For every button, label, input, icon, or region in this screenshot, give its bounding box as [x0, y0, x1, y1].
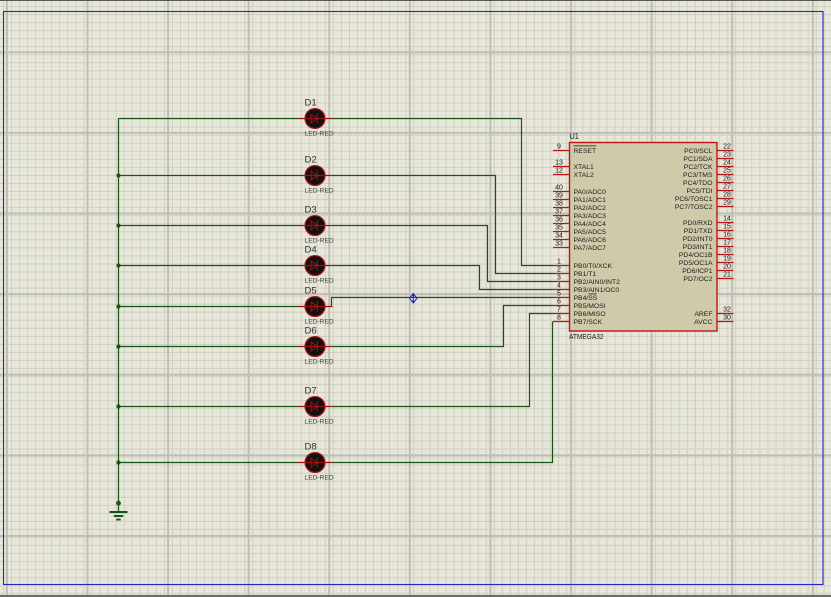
svg-text:ATMEGA32: ATMEGA32	[569, 332, 604, 341]
svg-text:D8: D8	[305, 441, 317, 451]
svg-text:34: 34	[555, 233, 563, 240]
svg-text:PD6/ICP1: PD6/ICP1	[682, 268, 712, 275]
svg-text:PD1/TXD: PD1/TXD	[684, 228, 713, 235]
svg-text:15: 15	[723, 224, 731, 231]
svg-text:PD0/RXD: PD0/RXD	[683, 220, 713, 227]
svg-text:25: 25	[723, 168, 731, 175]
svg-text:U1: U1	[570, 131, 580, 141]
svg-text:28: 28	[723, 192, 731, 199]
svg-text:XTAL2: XTAL2	[574, 172, 594, 179]
svg-text:D3: D3	[305, 204, 317, 214]
svg-text:D5: D5	[305, 285, 317, 295]
svg-text:PB4/SS: PB4/SS	[574, 295, 598, 302]
svg-text:XTAL1: XTAL1	[574, 164, 594, 171]
svg-text:26: 26	[723, 176, 731, 183]
svg-text:LED-RED: LED-RED	[305, 237, 334, 244]
svg-text:PA7/ADC7: PA7/ADC7	[574, 245, 607, 252]
svg-text:13: 13	[555, 160, 563, 167]
svg-text:PA5/ADC5: PA5/ADC5	[574, 229, 607, 236]
svg-text:6: 6	[557, 299, 561, 306]
svg-text:24: 24	[723, 160, 731, 167]
svg-text:7: 7	[557, 307, 561, 314]
svg-text:38: 38	[555, 201, 563, 208]
svg-text:PB1/T1: PB1/T1	[574, 271, 597, 278]
svg-text:PA6/ADC6: PA6/ADC6	[574, 237, 607, 244]
svg-text:PA1/ADC1: PA1/ADC1	[574, 197, 607, 204]
svg-text:PC5/TDI: PC5/TDI	[686, 188, 712, 195]
svg-text:LED-RED: LED-RED	[305, 358, 334, 365]
svg-text:D4: D4	[305, 244, 317, 254]
svg-text:4: 4	[557, 283, 561, 290]
svg-text:PB0/T0/XCK: PB0/T0/XCK	[574, 263, 613, 270]
svg-text:20: 20	[723, 264, 731, 271]
svg-text:PC4/TDO: PC4/TDO	[683, 180, 712, 187]
svg-text:LED-RED: LED-RED	[305, 318, 334, 325]
svg-text:23: 23	[723, 152, 731, 159]
svg-text:16: 16	[723, 232, 731, 239]
svg-text:PD5/OC1A: PD5/OC1A	[679, 260, 713, 267]
svg-text:PC1/SDA: PC1/SDA	[683, 156, 713, 163]
svg-text:AREF: AREF	[694, 311, 712, 318]
svg-text:LED-RED: LED-RED	[305, 277, 334, 284]
svg-text:PC6/TOSC1: PC6/TOSC1	[675, 196, 713, 203]
svg-text:39: 39	[555, 193, 563, 200]
svg-text:D7: D7	[305, 385, 317, 395]
svg-text:37: 37	[555, 209, 563, 216]
svg-text:19: 19	[723, 256, 731, 263]
svg-text:30: 30	[723, 315, 731, 322]
svg-text:17: 17	[723, 240, 731, 247]
svg-text:LED-RED: LED-RED	[305, 130, 334, 137]
svg-text:LED-RED: LED-RED	[305, 187, 334, 194]
svg-text:PC7/TOSC2: PC7/TOSC2	[675, 204, 713, 211]
svg-text:PC0/SCL: PC0/SCL	[684, 148, 713, 155]
svg-text:5: 5	[557, 291, 561, 298]
svg-text:PA0/ADC0: PA0/ADC0	[574, 189, 607, 196]
svg-text:12: 12	[555, 168, 563, 175]
svg-text:PC2/TCK: PC2/TCK	[684, 164, 713, 171]
svg-text:40: 40	[555, 185, 563, 192]
svg-text:PB3/AIN1/OC0: PB3/AIN1/OC0	[574, 287, 620, 294]
svg-text:29: 29	[723, 200, 731, 207]
svg-text:PD7/OC2: PD7/OC2	[683, 276, 712, 283]
svg-text:PA4/ADC4: PA4/ADC4	[574, 221, 607, 228]
svg-text:2: 2	[557, 267, 561, 274]
svg-text:D2: D2	[305, 154, 317, 164]
svg-text:22: 22	[723, 144, 731, 151]
svg-text:27: 27	[723, 184, 731, 191]
svg-text:PD2/INT0: PD2/INT0	[683, 236, 713, 243]
svg-text:D6: D6	[305, 325, 317, 335]
svg-text:33: 33	[555, 241, 563, 248]
svg-text:3: 3	[557, 275, 561, 282]
svg-text:36: 36	[555, 217, 563, 224]
svg-text:PB6/MISO: PB6/MISO	[574, 311, 606, 318]
svg-text:AVCC: AVCC	[694, 319, 712, 326]
svg-text:PA3/ADC3: PA3/ADC3	[574, 213, 607, 220]
svg-text:9: 9	[557, 144, 561, 151]
svg-text:35: 35	[555, 225, 563, 232]
svg-text:18: 18	[723, 248, 731, 255]
svg-text:PD3/INT1: PD3/INT1	[683, 244, 713, 251]
svg-text:32: 32	[723, 307, 731, 314]
svg-text:PB5/MOSI: PB5/MOSI	[574, 303, 606, 310]
svg-text:1: 1	[557, 259, 561, 266]
svg-text:PB7/SCK: PB7/SCK	[574, 319, 603, 326]
svg-text:D1: D1	[305, 97, 317, 107]
svg-text:PC3/TMS: PC3/TMS	[683, 172, 713, 179]
svg-text:PD4/OC1B: PD4/OC1B	[679, 252, 713, 259]
svg-text:RESET: RESET	[574, 148, 597, 155]
svg-text:LED-RED: LED-RED	[305, 418, 334, 425]
svg-text:21: 21	[723, 272, 731, 279]
svg-text:PA2/ADC2: PA2/ADC2	[574, 205, 607, 212]
svg-text:8: 8	[557, 315, 561, 322]
svg-text:LED-RED: LED-RED	[305, 474, 334, 481]
svg-text:14: 14	[723, 216, 731, 223]
svg-text:PB2/AIN0/INT2: PB2/AIN0/INT2	[574, 279, 621, 286]
